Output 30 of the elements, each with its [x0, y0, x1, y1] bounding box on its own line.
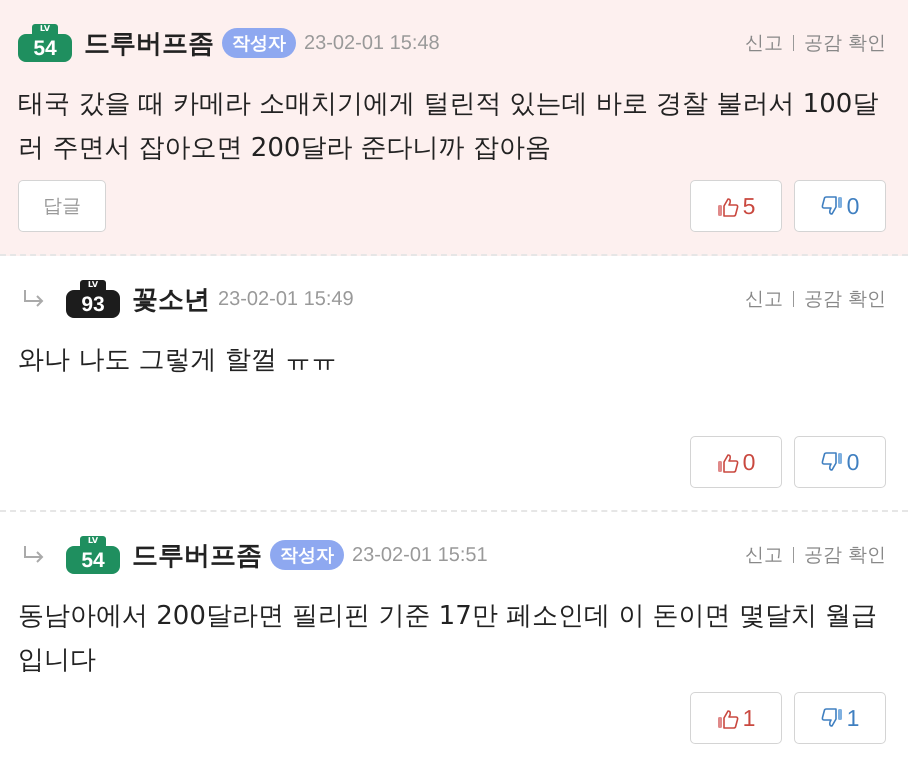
author-name[interactable]: 드루버프좀	[84, 26, 214, 60]
thumbs-up-icon	[716, 708, 739, 728]
empathy-link[interactable]: 공감 확인	[804, 30, 886, 56]
comment-date: 23-02-01 15:48	[304, 32, 440, 54]
comment-date: 23-02-01 15:51	[352, 544, 488, 566]
empathy-link[interactable]: 공감 확인	[804, 542, 886, 568]
comment-text: 와나 나도 그렇게 할껄 ㅠㅠ	[18, 344, 338, 377]
empathy-link[interactable]: 공감 확인	[804, 286, 886, 312]
report-link[interactable]: 신고	[744, 286, 783, 312]
like-button[interactable]: 0	[690, 436, 782, 488]
like-button[interactable]: 5	[690, 180, 782, 232]
author-name[interactable]: 드루버프좀	[132, 538, 262, 572]
report-link[interactable]: 신고	[744, 30, 783, 56]
dislike-button[interactable]: 0	[794, 436, 886, 488]
author-tag: 작성자	[270, 540, 344, 570]
thumbs-down-icon	[820, 708, 843, 728]
thumbs-down-icon	[820, 452, 843, 472]
dislike-button[interactable]: 0	[794, 180, 886, 232]
thumbs-up-icon	[716, 452, 739, 472]
dislike-button[interactable]: 1	[794, 692, 886, 744]
thumbs-up-icon	[716, 196, 739, 216]
author-tag: 작성자	[222, 28, 296, 58]
comment-date: 23-02-01 15:49	[218, 288, 354, 310]
thumbs-down-icon	[820, 196, 843, 216]
like-button[interactable]: 1	[690, 692, 782, 744]
comment-text: 동남아에서 200달라면 필리핀 기준 17만 페소인데 이 돈이면 몇달치 월급입니다	[18, 600, 878, 677]
report-link[interactable]: 신고	[744, 542, 783, 568]
reply-button[interactable]: 답글	[18, 180, 106, 232]
author-name[interactable]: 꽃소년	[132, 282, 210, 316]
comment-text: 태국 갔을 때 카메라 소매치기에게 털린적 있는데 바로 경찰 불러서 100달러 주면서 잡아오면 200달라 준다니까 잡아옴	[18, 88, 880, 165]
